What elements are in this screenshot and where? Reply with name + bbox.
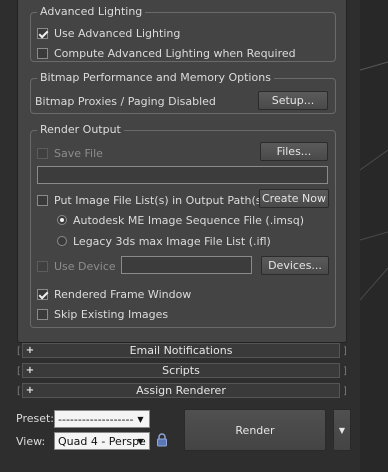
rollout-bracket-left: [ — [17, 386, 21, 397]
rollout-bracket-left: [ — [17, 366, 21, 377]
use-advanced-lighting-label: Use Advanced Lighting — [54, 26, 181, 40]
setup-button[interactable]: Setup... — [258, 91, 328, 110]
chevron-down-icon: ▼ — [137, 414, 144, 424]
rollout-bracket-right: ] — [343, 386, 347, 397]
lock-icon[interactable] — [156, 433, 168, 447]
rollout-email-notifications[interactable]: + Email Notifications — [22, 343, 340, 358]
use-device-checkbox[interactable]: Use Device — [37, 258, 116, 274]
rollout-label: Assign Renderer — [136, 384, 226, 397]
imsq-radio-dot[interactable] — [57, 215, 67, 225]
device-field[interactable] — [121, 256, 252, 274]
compute-advanced-lighting-label: Compute Advanced Lighting when Required — [54, 46, 296, 60]
bitmap-status-text: Bitmap Proxies / Paging Disabled — [35, 94, 216, 108]
skip-existing-images-box[interactable] — [37, 308, 48, 320]
rollout-label: Scripts — [162, 364, 200, 377]
rollout-scripts[interactable]: + Scripts — [22, 363, 340, 378]
use-device-box[interactable] — [37, 260, 48, 272]
render-button[interactable]: Render — [184, 409, 326, 451]
ifl-radio-dot[interactable] — [57, 236, 67, 246]
common-parameters-panel: Advanced Lighting Use Advanced Lighting … — [17, 0, 347, 343]
rollout-assign-renderer[interactable]: + Assign Renderer — [22, 383, 340, 398]
ifl-radio[interactable]: Legacy 3ds max Image File List (.ifl) — [57, 233, 271, 249]
view-label: View: — [16, 435, 46, 448]
preset-label: Preset: — [16, 412, 55, 425]
advanced-lighting-title: Advanced Lighting — [37, 5, 146, 19]
put-image-file-list-box[interactable] — [37, 194, 48, 206]
render-output-title: Render Output — [37, 123, 124, 137]
rollout-bracket-right: ] — [343, 366, 347, 377]
render-options-button[interactable]: ▼ — [333, 409, 351, 451]
rollout-label: Email Notifications — [129, 344, 233, 357]
imsq-radio[interactable]: Autodesk ME Image Sequence File (.imsq) — [57, 212, 304, 228]
imsq-radio-label: Autodesk ME Image Sequence File (.imsq) — [73, 213, 304, 227]
skip-existing-images-label: Skip Existing Images — [54, 307, 169, 321]
save-file-box[interactable] — [37, 147, 48, 159]
expand-icon: + — [25, 345, 35, 356]
output-path-field[interactable] — [37, 166, 328, 184]
put-image-file-list-label: Put Image File List(s) in Output Path(s) — [54, 193, 266, 207]
rollout-bracket-left: [ — [17, 346, 21, 357]
bitmap-status: Bitmap Proxies / Paging Disabled — [35, 93, 216, 109]
devices-button[interactable]: Devices... — [261, 256, 329, 275]
rendered-frame-window-checkbox[interactable]: Rendered Frame Window — [37, 286, 191, 302]
view-value: Quad 4 - Perspe — [58, 434, 146, 448]
skip-existing-images-checkbox[interactable]: Skip Existing Images — [37, 306, 168, 322]
use-device-label: Use Device — [54, 259, 116, 273]
use-advanced-lighting-box[interactable] — [37, 27, 48, 39]
expand-icon: + — [25, 365, 35, 376]
use-advanced-lighting-checkbox[interactable]: Use Advanced Lighting — [37, 25, 180, 41]
files-button[interactable]: Files... — [260, 142, 328, 161]
chevron-down-icon: ▼ — [338, 425, 346, 435]
bitmap-performance-title: Bitmap Performance and Memory Options — [37, 71, 274, 85]
compute-advanced-lighting-checkbox[interactable]: Compute Advanced Lighting when Required — [37, 45, 296, 61]
viewport-background — [360, 0, 388, 472]
ifl-radio-label: Legacy 3ds max Image File List (.ifl) — [73, 234, 271, 248]
rollout-bracket-right: ] — [343, 346, 347, 357]
expand-icon: + — [25, 385, 35, 396]
put-image-file-list-checkbox[interactable]: Put Image File List(s) in Output Path(s) — [37, 192, 266, 208]
create-now-button[interactable]: Create Now — [259, 189, 329, 208]
chevron-down-icon: ▼ — [137, 436, 144, 446]
rendered-frame-window-box[interactable] — [37, 288, 48, 300]
view-dropdown[interactable]: Quad 4 - Perspe ▼ — [54, 432, 150, 450]
rendered-frame-window-label: Rendered Frame Window — [54, 287, 192, 301]
preset-dropdown[interactable]: ------------------- ▼ — [54, 410, 150, 428]
preset-value: ------------------- — [58, 412, 134, 426]
save-file-checkbox[interactable]: Save File — [37, 145, 103, 161]
compute-advanced-lighting-box[interactable] — [37, 47, 48, 59]
save-file-label: Save File — [54, 146, 103, 160]
